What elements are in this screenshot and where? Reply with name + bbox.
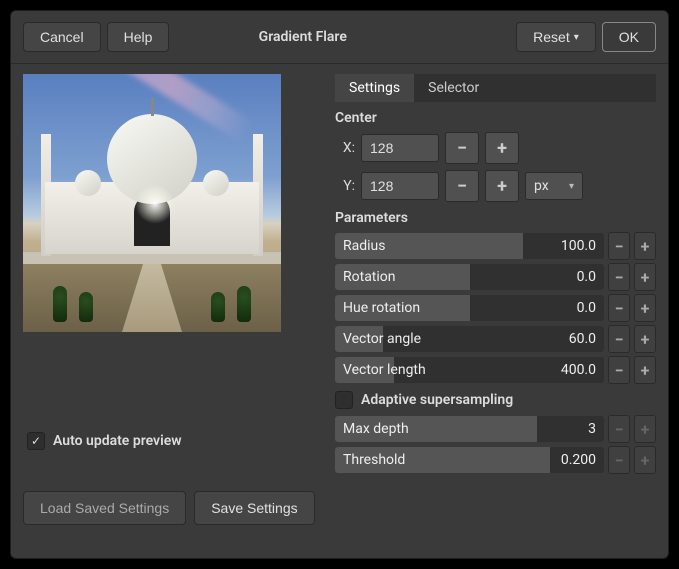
hue-rotation-label: Hue rotation (343, 300, 420, 316)
y-input[interactable] (361, 172, 439, 200)
x-decrement[interactable]: − (445, 132, 479, 164)
tab-selector[interactable]: Selector (414, 74, 493, 102)
reset-button[interactable]: Reset ▾ (516, 22, 596, 52)
ok-button[interactable]: OK (602, 22, 656, 52)
reset-label: Reset (533, 29, 570, 45)
max-depth-decrement[interactable]: − (608, 415, 630, 443)
vector-length-decrement[interactable]: − (608, 356, 630, 384)
vector-angle-label: Vector angle (343, 331, 421, 347)
max-depth-slider[interactable]: Max depth 3 (335, 416, 604, 442)
parameters-section-title: Parameters (335, 208, 656, 232)
save-settings-button[interactable]: Save Settings (194, 491, 314, 525)
hue-rotation-increment[interactable]: + (634, 294, 656, 322)
threshold-value: 0.200 (561, 452, 596, 468)
gradient-flare-dialog: Cancel Help Gradient Flare Reset ▾ OK (10, 10, 669, 559)
radius-value: 100.0 (561, 238, 596, 254)
hue-rotation-value: 0.0 (577, 300, 596, 316)
max-depth-label: Max depth (343, 421, 409, 437)
hue-rotation-slider[interactable]: Hue rotation 0.0 (335, 295, 604, 321)
threshold-decrement[interactable]: − (608, 446, 630, 474)
adaptive-supersampling-label: Adaptive supersampling (361, 392, 513, 408)
rotation-decrement[interactable]: − (608, 263, 630, 291)
threshold-slider[interactable]: Threshold 0.200 (335, 447, 604, 473)
radius-decrement[interactable]: − (608, 232, 630, 260)
dialog-body: Auto update preview Settings Selector Ce… (11, 64, 668, 558)
rotation-increment[interactable]: + (634, 263, 656, 291)
radius-slider[interactable]: Radius 100.0 (335, 233, 604, 259)
vector-length-value: 400.0 (561, 362, 596, 378)
x-label: X: (335, 140, 355, 156)
vector-length-slider[interactable]: Vector length 400.0 (335, 357, 604, 383)
help-button[interactable]: Help (107, 22, 170, 52)
adaptive-supersampling-checkbox[interactable] (335, 391, 353, 409)
unit-value: px (534, 178, 549, 194)
cancel-button[interactable]: Cancel (23, 22, 101, 52)
dialog-title: Gradient Flare (259, 29, 347, 45)
threshold-label: Threshold (343, 452, 405, 468)
rotation-slider[interactable]: Rotation 0.0 (335, 264, 604, 290)
vector-length-label: Vector length (343, 362, 426, 378)
unit-select[interactable]: px ▾ (525, 172, 583, 200)
load-saved-settings-button[interactable]: Load Saved Settings (23, 491, 186, 525)
chevron-down-icon: ▾ (569, 181, 574, 192)
radius-label: Radius (343, 238, 386, 254)
chevron-down-icon: ▾ (574, 32, 579, 43)
vector-length-increment[interactable]: + (634, 356, 656, 384)
center-section-title: Center (335, 108, 656, 132)
x-input[interactable] (361, 134, 439, 162)
max-depth-value: 3 (588, 421, 596, 437)
vector-angle-value: 60.0 (569, 331, 596, 347)
radius-increment[interactable]: + (634, 232, 656, 260)
titlebar: Cancel Help Gradient Flare Reset ▾ OK (11, 11, 668, 64)
vector-angle-decrement[interactable]: − (608, 325, 630, 353)
threshold-increment[interactable]: + (634, 446, 656, 474)
vector-angle-slider[interactable]: Vector angle 60.0 (335, 326, 604, 352)
preview-image (23, 74, 281, 332)
vector-angle-increment[interactable]: + (634, 325, 656, 353)
y-increment[interactable]: + (485, 170, 519, 202)
tab-strip: Settings Selector (335, 74, 656, 102)
rotation-label: Rotation (343, 269, 396, 285)
tab-settings[interactable]: Settings (335, 74, 414, 102)
rotation-value: 0.0 (577, 269, 596, 285)
hue-rotation-decrement[interactable]: − (608, 294, 630, 322)
max-depth-increment[interactable]: + (634, 415, 656, 443)
y-decrement[interactable]: − (445, 170, 479, 202)
auto-update-checkbox[interactable] (27, 432, 45, 450)
auto-update-label: Auto update preview (53, 433, 182, 449)
y-label: Y: (335, 178, 355, 194)
x-increment[interactable]: + (485, 132, 519, 164)
